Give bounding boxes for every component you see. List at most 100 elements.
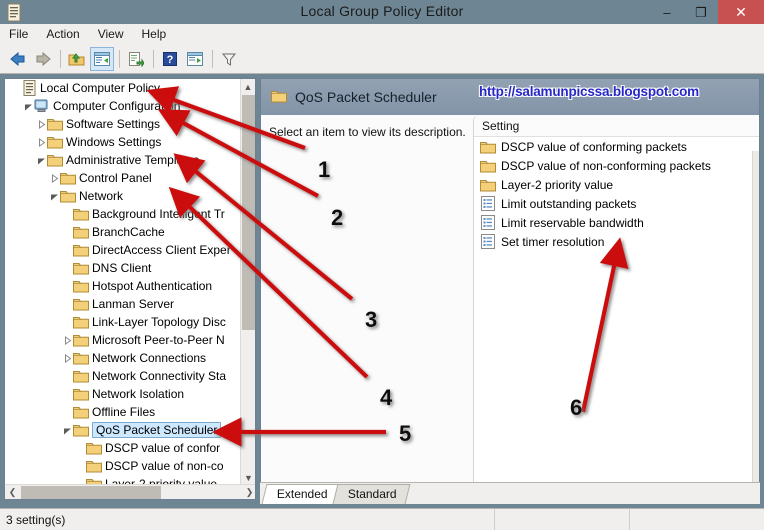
show-hide-tree-icon[interactable]	[90, 46, 114, 71]
tree-item[interactable]: Network	[5, 187, 241, 205]
chevron-down-icon[interactable]	[48, 187, 60, 205]
tree-item-label: Network	[79, 189, 124, 203]
tree-item[interactable]: QoS Packet Scheduler	[5, 421, 241, 439]
settings-list-row-label: DSCP value of conforming packets	[501, 139, 687, 154]
tree-item[interactable]: Windows Settings	[5, 133, 241, 151]
folder-icon	[271, 89, 287, 105]
menu-item-view[interactable]: View	[89, 25, 133, 43]
tree-item[interactable]: Microsoft Peer-to-Peer N	[5, 331, 241, 349]
menu-item-help[interactable]: Help	[133, 25, 176, 43]
tree-item[interactable]: Lanman Server	[5, 295, 241, 313]
tab-extended-label: Extended	[276, 487, 328, 501]
status-cell-2	[629, 509, 764, 530]
tree-item[interactable]: Hotspot Authentication	[5, 277, 241, 295]
tree-item-label: Network Connectivity Sta	[92, 369, 227, 383]
tree-item[interactable]: Background Intelligent Tr	[5, 205, 241, 223]
minimize-button[interactable]: –	[650, 0, 684, 24]
scroll-down-icon[interactable]: ▼	[241, 470, 255, 485]
computer-icon	[34, 98, 50, 114]
folder-icon	[73, 386, 89, 402]
tree-item[interactable]: Software Settings	[5, 115, 241, 133]
tree-item[interactable]: Administrative Templates	[5, 151, 241, 169]
tree-item[interactable]: DNS Client	[5, 259, 241, 277]
tree-item[interactable]: Link-Layer Topology Disc	[5, 313, 241, 331]
tree-item-label: Offline Files	[92, 405, 156, 419]
chevron-down-icon[interactable]	[22, 97, 34, 115]
tree-item[interactable]: DirectAccess Client Exper	[5, 241, 241, 259]
settings-list-column: Setting DSCP value of conforming packets…	[473, 115, 759, 499]
window-controls: – ❐ ✕	[650, 0, 764, 24]
folder-icon	[73, 368, 89, 384]
forward-icon[interactable]	[31, 47, 55, 71]
settings-list-row[interactable]: Limit reservable bandwidth	[474, 213, 759, 232]
scroll-left-icon[interactable]: ❮	[5, 487, 20, 498]
folder-icon	[73, 404, 89, 420]
filter-icon[interactable]	[217, 47, 241, 71]
folder-icon	[73, 224, 89, 240]
close-button[interactable]: ✕	[718, 0, 764, 24]
tree-vertical-scroll-thumb[interactable]	[242, 95, 255, 330]
menu-item-file[interactable]: File	[0, 25, 37, 43]
settings-list-row[interactable]: Set timer resolution	[474, 232, 759, 251]
tree-item[interactable]: DSCP value of confor	[5, 439, 241, 457]
tree-item-label: Administrative Templates	[66, 153, 200, 167]
settings-list-row[interactable]: DSCP value of conforming packets	[474, 137, 759, 156]
tab-extended[interactable]: Extended	[261, 484, 342, 504]
maximize-button[interactable]: ❐	[684, 0, 718, 24]
settings-list-row[interactable]: Layer-2 priority value	[474, 175, 759, 194]
tree-item-label: DSCP value of non-co	[105, 459, 224, 473]
tree-item[interactable]: Offline Files	[5, 403, 241, 421]
toolbar-separator	[212, 49, 213, 68]
tree-item[interactable]: Network Connections	[5, 349, 241, 367]
tree-expander-placeholder	[61, 367, 73, 385]
tree-expander-placeholder	[61, 223, 73, 241]
back-icon[interactable]	[6, 47, 30, 71]
tree-horizontal-scrollbar[interactable]: ❮ ❯	[5, 484, 255, 499]
settings-list[interactable]: DSCP value of conforming packets DSCP val…	[474, 137, 759, 477]
settings-list-row[interactable]: DSCP value of non-conforming packets	[474, 156, 759, 175]
tree-item-label: Software Settings	[66, 117, 161, 131]
settings-list-row[interactable]: Limit outstanding packets	[474, 194, 759, 213]
chevron-right-icon[interactable]	[35, 133, 47, 151]
tree-item[interactable]: Network Connectivity Sta	[5, 367, 241, 385]
folder-icon	[86, 440, 102, 456]
chevron-right-icon[interactable]	[61, 349, 73, 367]
chevron-right-icon[interactable]	[61, 331, 73, 349]
tab-standard[interactable]: Standard	[332, 484, 410, 504]
column-header-setting[interactable]: Setting	[474, 119, 519, 133]
folder-icon	[73, 296, 89, 312]
toolbar-separator	[153, 49, 154, 68]
chevron-down-icon[interactable]	[35, 151, 47, 169]
folder-icon	[480, 139, 496, 155]
tree-horizontal-scroll-thumb[interactable]	[21, 486, 161, 499]
chevron-right-icon[interactable]	[35, 115, 47, 133]
menu-bar: File Action View Help	[0, 24, 764, 45]
up-one-level-icon[interactable]	[65, 47, 89, 71]
properties-icon[interactable]	[183, 47, 207, 71]
tree-item[interactable]: Control Panel	[5, 169, 241, 187]
tree-expander-placeholder	[9, 79, 21, 97]
scroll-up-icon[interactable]: ▲	[241, 79, 255, 94]
tree-vertical-scrollbar[interactable]: ▲ ▼	[240, 79, 255, 485]
tree-expander-placeholder	[61, 241, 73, 259]
folder-icon	[73, 206, 89, 222]
view-tabs: Extended Standard	[260, 482, 760, 504]
menu-item-action[interactable]: Action	[37, 25, 88, 43]
toolbar: ?	[0, 44, 764, 74]
folder-icon	[73, 332, 89, 348]
title-bar: Local Group Policy Editor – ❐ ✕	[0, 0, 764, 24]
chevron-right-icon[interactable]	[48, 169, 60, 187]
scroll-right-icon[interactable]: ❯	[242, 487, 255, 498]
tree-item[interactable]: Local Computer Policy	[5, 79, 241, 97]
tree-item[interactable]: Network Isolation	[5, 385, 241, 403]
chevron-down-icon[interactable]	[61, 421, 73, 439]
tree-item[interactable]: DSCP value of non-co	[5, 457, 241, 475]
tree-expander-placeholder	[61, 313, 73, 331]
console-tree[interactable]: Local Computer Policy Computer Configurat…	[5, 79, 241, 485]
tree-item[interactable]: Computer Configuration	[5, 97, 241, 115]
export-list-icon[interactable]	[124, 47, 148, 71]
help-icon[interactable]: ?	[158, 47, 182, 71]
details-pane-header: QoS Packet Scheduler http://salamunpicss…	[261, 79, 759, 115]
tree-item[interactable]: BranchCache	[5, 223, 241, 241]
status-text: 3 setting(s)	[6, 512, 66, 527]
